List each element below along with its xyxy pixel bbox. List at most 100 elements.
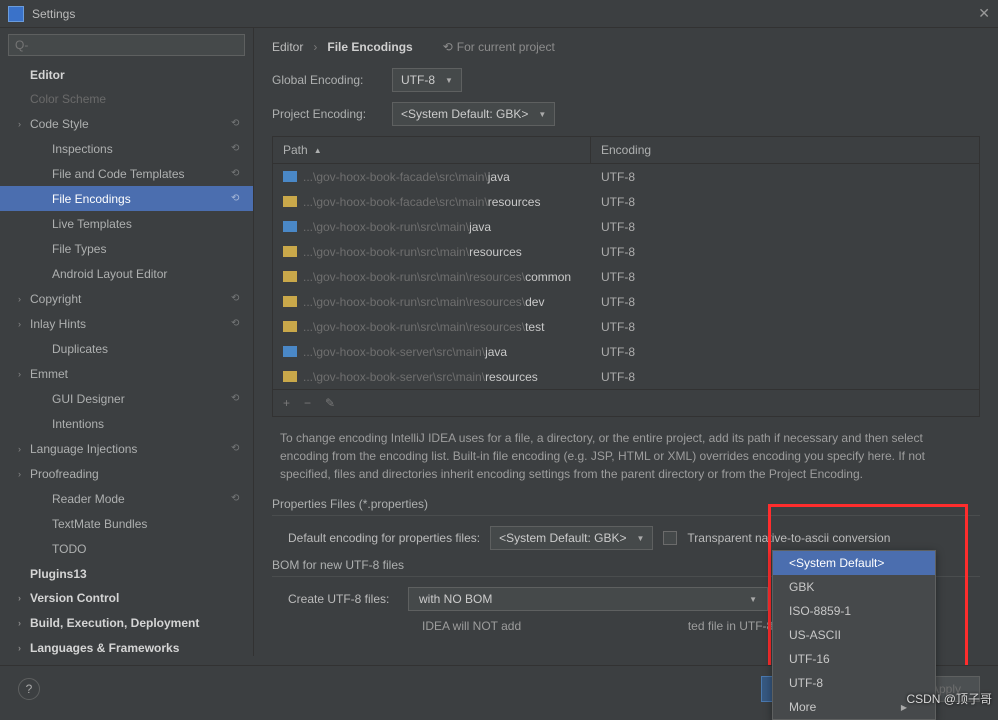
chevron-right-icon: ›: [18, 369, 21, 379]
tree-item-label: Android Layout Editor: [52, 267, 167, 281]
resources-folder-icon: [283, 296, 297, 307]
tree-group-editor[interactable]: Editor: [0, 62, 253, 86]
table-row[interactable]: ...\gov-hoox-book-server\src\main\resour…: [273, 364, 979, 389]
table-row[interactable]: ...\gov-hoox-book-run\src\main\resources…: [273, 314, 979, 339]
help-icon[interactable]: ?: [18, 678, 40, 700]
encoding-cell[interactable]: UTF-8: [591, 170, 979, 184]
reset-icon: ⟲: [231, 168, 243, 180]
resources-folder-icon: [283, 196, 297, 207]
tree-item-live-templates[interactable]: Live Templates: [0, 211, 253, 236]
col-path[interactable]: Path ▲: [273, 137, 591, 163]
chevron-right-icon: ›: [18, 294, 21, 304]
chevron-right-icon: ›: [313, 40, 317, 54]
table-row[interactable]: ...\gov-hoox-book-run\src\main\resources…: [273, 239, 979, 264]
tree-item-label: Color Scheme: [30, 92, 106, 106]
reset-icon: ⟲: [231, 118, 243, 130]
encoding-cell[interactable]: UTF-8: [591, 295, 979, 309]
dropdown-option[interactable]: <System Default>: [773, 551, 935, 575]
tree-item-file-encodings[interactable]: File Encodings⟲: [0, 186, 253, 211]
encoding-cell[interactable]: UTF-8: [591, 245, 979, 259]
source-folder-icon: [283, 221, 297, 232]
titlebar: Settings ✕: [0, 0, 998, 28]
crumb-current: File Encodings: [327, 40, 412, 54]
table-row[interactable]: ...\gov-hoox-book-facade\src\main\resour…: [273, 189, 979, 214]
dropdown-option[interactable]: UTF-16: [773, 647, 935, 671]
dropdown-option[interactable]: GBK: [773, 575, 935, 599]
create-utf8-combo[interactable]: with NO BOM▼: [408, 587, 768, 611]
properties-section-title: Properties Files (*.properties): [272, 497, 980, 516]
col-encoding[interactable]: Encoding: [591, 137, 979, 163]
tree-item-build-execution-deployment[interactable]: ›Build, Execution, Deployment: [0, 610, 253, 635]
reset-icon: ⟲: [231, 393, 243, 405]
chevron-right-icon: ›: [18, 319, 21, 329]
table-row[interactable]: ...\gov-hoox-book-run\src\main\resources…: [273, 264, 979, 289]
app-logo-icon: [8, 6, 24, 22]
crumb-editor[interactable]: Editor: [272, 40, 303, 54]
reset-icon: ⟲: [231, 443, 243, 455]
table-row[interactable]: ...\gov-hoox-book-server\src\main\javaUT…: [273, 339, 979, 364]
tree-item-android-layout-editor[interactable]: Android Layout Editor: [0, 261, 253, 286]
tree-item-label: TextMate Bundles: [52, 517, 147, 531]
reset-icon: ⟲: [231, 493, 243, 505]
project-encoding-label: Project Encoding:: [272, 107, 392, 121]
tree-item-label: Proofreading: [30, 467, 99, 481]
table-row[interactable]: ...\gov-hoox-book-facade\src\main\javaUT…: [273, 164, 979, 189]
chevron-right-icon: ›: [18, 593, 21, 603]
watermark: CSDN @顶子哥: [906, 690, 992, 707]
settings-tree: Editor Color Scheme › Code Style ⟲ Inspection…: [0, 62, 253, 656]
dropdown-option[interactable]: US-ASCII: [773, 623, 935, 647]
tree-item-color-scheme[interactable]: Color Scheme: [0, 86, 253, 111]
transparent-ascii-checkbox[interactable]: [663, 531, 677, 545]
tree-item-proofreading[interactable]: › Proofreading: [0, 461, 253, 486]
edit-icon[interactable]: ✎: [325, 396, 335, 410]
tree-item-file-and-code-templates[interactable]: File and Code Templates ⟲: [0, 161, 253, 186]
remove-icon[interactable]: −: [304, 396, 311, 410]
transparent-ascii-label: Transparent native-to-ascii conversion: [687, 531, 890, 545]
global-encoding-combo[interactable]: UTF-8▼: [392, 68, 462, 92]
encoding-cell[interactable]: UTF-8: [591, 270, 979, 284]
tree-item-label: Live Templates: [52, 217, 132, 231]
tree-item-textmate-bundles[interactable]: TextMate Bundles: [0, 511, 253, 536]
table-row[interactable]: ...\gov-hoox-book-run\src\main\resources…: [273, 289, 979, 314]
table-row[interactable]: ...\gov-hoox-book-run\src\main\javaUTF-8: [273, 214, 979, 239]
tree-item-file-types[interactable]: File Types: [0, 236, 253, 261]
tree-item-emmet[interactable]: ›Emmet: [0, 361, 253, 386]
prop-encoding-combo[interactable]: <System Default: GBK>▼: [490, 526, 653, 550]
encoding-cell[interactable]: UTF-8: [591, 220, 979, 234]
tree-item-languages-frameworks[interactable]: ›Languages & Frameworks: [0, 635, 253, 656]
encoding-cell[interactable]: UTF-8: [591, 345, 979, 359]
sidebar: Editor Color Scheme › Code Style ⟲ Inspection…: [0, 28, 254, 656]
encoding-cell[interactable]: UTF-8: [591, 320, 979, 334]
tree-item-duplicates[interactable]: Duplicates: [0, 336, 253, 361]
add-icon[interactable]: +: [283, 396, 290, 410]
tree-item-label: Code Style: [30, 117, 89, 131]
tree-item-reader-mode[interactable]: Reader Mode⟲: [0, 486, 253, 511]
tree-item-copyright[interactable]: ›Copyright⟲: [0, 286, 253, 311]
tree-item-code-style[interactable]: › Code Style ⟲: [0, 111, 253, 136]
tree-item-intentions[interactable]: Intentions: [0, 411, 253, 436]
tree-item-inlay-hints[interactable]: ›Inlay Hints⟲: [0, 311, 253, 336]
chevron-right-icon: ›: [18, 643, 21, 653]
chevron-right-icon: ›: [18, 119, 21, 129]
search-input[interactable]: [8, 34, 245, 56]
chevron-right-icon: ›: [18, 618, 21, 628]
tree-item-plugins[interactable]: Plugins13: [0, 561, 253, 585]
tree-item-todo[interactable]: TODO: [0, 536, 253, 561]
tree-item-label: TODO: [52, 542, 86, 556]
encoding-cell[interactable]: UTF-8: [591, 370, 979, 384]
chevron-right-icon: ›: [18, 444, 21, 454]
encoding-cell[interactable]: UTF-8: [591, 195, 979, 209]
tree-item-label: Language Injections: [30, 442, 137, 456]
tree-item-gui-designer[interactable]: GUI Designer⟲: [0, 386, 253, 411]
dropdown-option[interactable]: ISO-8859-1: [773, 599, 935, 623]
chevron-right-icon: ›: [18, 469, 21, 479]
tree-item-version-control[interactable]: ›Version Control: [0, 585, 253, 610]
window-title: Settings: [32, 7, 75, 21]
source-folder-icon: [283, 346, 297, 357]
close-icon[interactable]: ✕: [978, 5, 990, 22]
tree-item-inspections[interactable]: Inspections⟲: [0, 136, 253, 161]
tree-item-label: File and Code Templates: [52, 167, 185, 181]
project-encoding-combo[interactable]: <System Default: GBK>▼: [392, 102, 555, 126]
breadcrumb: Editor › File Encodings ⟲ For current pr…: [272, 40, 980, 54]
tree-item-language-injections[interactable]: › Language Injections ⟲: [0, 436, 253, 461]
